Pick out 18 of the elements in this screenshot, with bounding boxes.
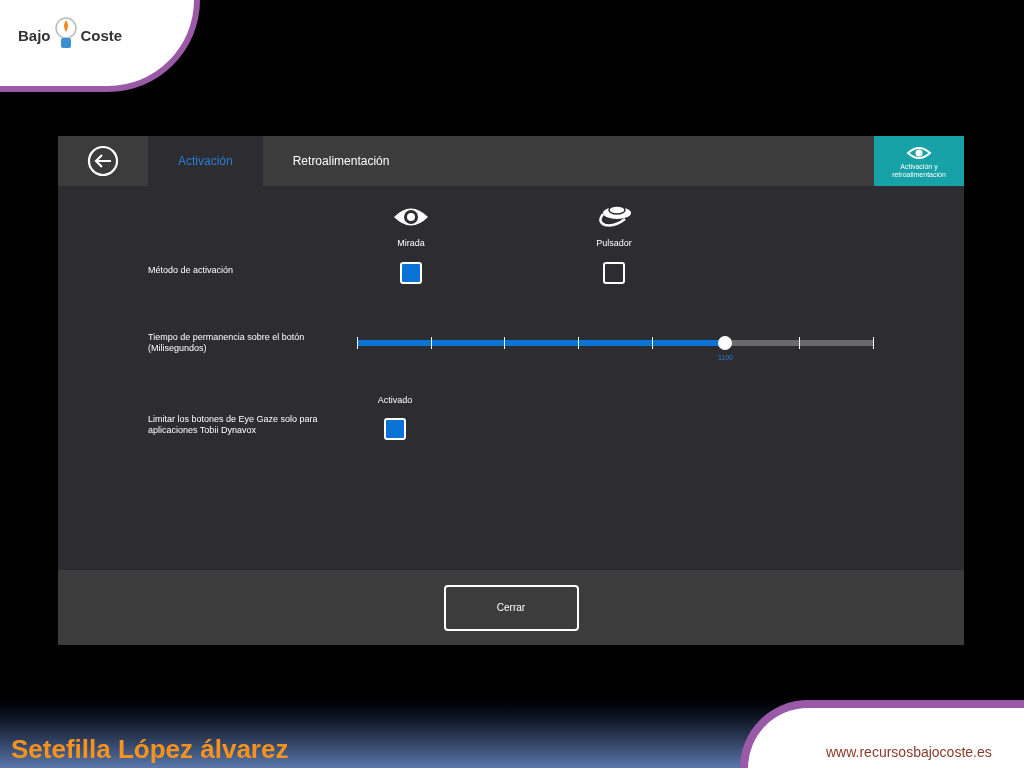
author-name: Setefilla López álvarez xyxy=(11,733,289,766)
checkbox[interactable] xyxy=(400,261,422,284)
option-label: Activado xyxy=(377,393,413,407)
eye-icon xyxy=(393,206,429,228)
checkbox[interactable] xyxy=(384,418,406,440)
logo-text: Bajo xyxy=(18,25,51,46)
checkbox[interactable] xyxy=(603,261,625,284)
slider-thumb[interactable] xyxy=(718,335,733,350)
setting-label: Tiempo de permanencia sobre el botón (Milisegundos) xyxy=(148,331,306,354)
setting-label: Método de activación xyxy=(148,264,235,277)
setting-label: Limitar los botones de Eye Gaze solo para aplicaciones Tobii Dynavox xyxy=(148,414,319,436)
tab[interactable]: Retroalimentación xyxy=(262,136,420,186)
option-label: Pulsador xyxy=(596,237,632,250)
option-label: Mirada xyxy=(397,237,425,250)
logo-text: Coste xyxy=(80,25,123,46)
close-button[interactable]: Cerrar xyxy=(443,584,579,631)
slider[interactable] xyxy=(357,335,873,350)
website-url: www.recursosbajocoste.es xyxy=(826,743,992,762)
